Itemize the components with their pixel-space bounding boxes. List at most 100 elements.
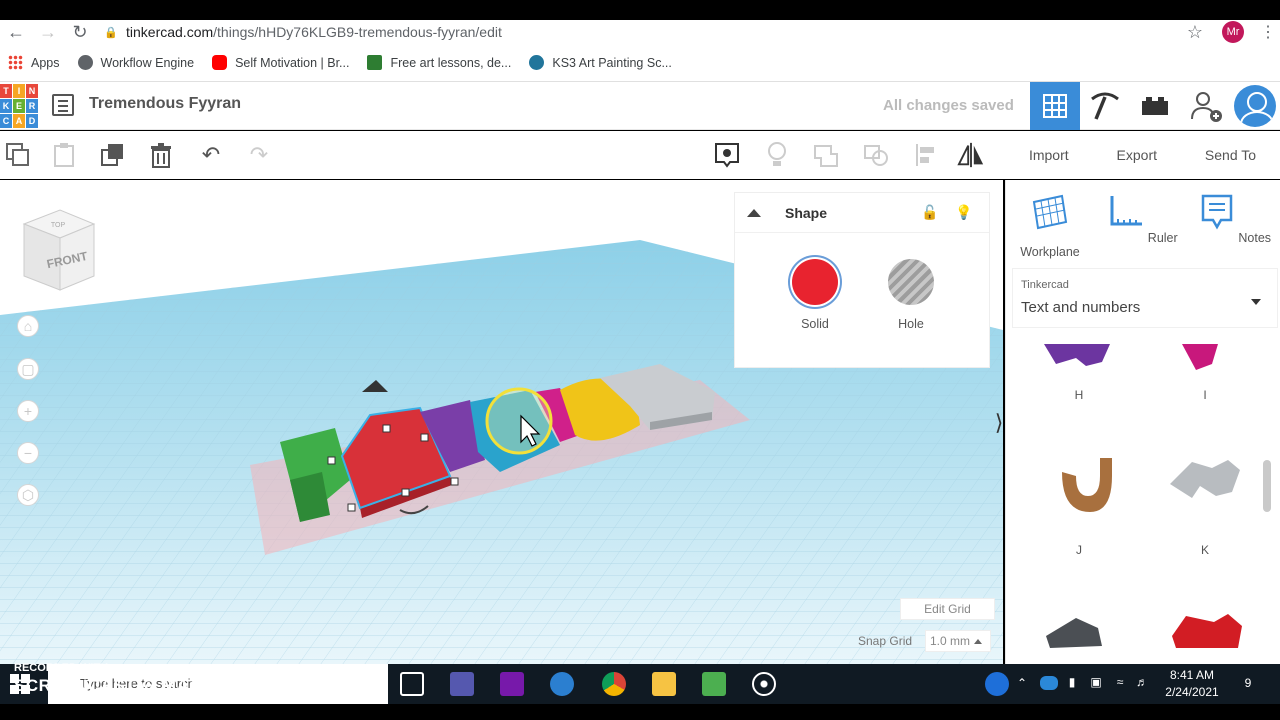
file-explorer-icon[interactable] bbox=[652, 672, 676, 696]
resize-handle[interactable] bbox=[382, 424, 391, 433]
solid-color-swatch[interactable] bbox=[792, 259, 838, 305]
bookmark-ks3-art[interactable]: KS3 Art Painting Sc... bbox=[529, 55, 672, 70]
duplicate-icon[interactable] bbox=[99, 141, 127, 169]
redo-icon[interactable]: ↷ bbox=[245, 141, 273, 169]
shape-label-h: H bbox=[1074, 388, 1084, 402]
clock-date[interactable]: 2/24/2021 bbox=[1152, 685, 1232, 699]
battery-icon[interactable]: ▮ bbox=[1062, 675, 1082, 689]
notification-count[interactable]: 9 bbox=[1238, 676, 1258, 690]
shape-thumb-i[interactable] bbox=[1182, 344, 1218, 370]
duplicate-glyph bbox=[101, 144, 123, 166]
design-title[interactable]: Tremendous Fyyran bbox=[89, 95, 241, 113]
bookmark-star-icon[interactable]: ☆ bbox=[1180, 22, 1210, 43]
hole-option[interactable]: Hole bbox=[871, 259, 951, 331]
home-icon: ⌂ bbox=[23, 318, 33, 334]
delete-icon[interactable] bbox=[147, 141, 175, 169]
top-black-strip bbox=[0, 0, 1280, 20]
zoom-out-button[interactable]: − bbox=[17, 442, 39, 464]
solid-option[interactable]: Solid bbox=[775, 259, 855, 331]
invite-user-button[interactable] bbox=[1181, 82, 1231, 130]
notes-toggle-icon[interactable] bbox=[713, 141, 741, 169]
notes-tool[interactable]: Notes bbox=[1195, 194, 1275, 245]
blocks-view-button[interactable] bbox=[1080, 82, 1130, 130]
group-icon[interactable] bbox=[812, 141, 840, 169]
onedrive-icon[interactable] bbox=[1040, 676, 1058, 690]
volume-icon[interactable]: ♬ bbox=[1132, 675, 1152, 689]
library-scrollbar[interactable] bbox=[1263, 460, 1271, 512]
edit-grid-button[interactable]: Edit Grid bbox=[900, 598, 995, 620]
tinkercad-logo[interactable]: T I N K E R C A D bbox=[0, 84, 38, 128]
resize-handle[interactable] bbox=[450, 477, 459, 486]
chrome-icon[interactable] bbox=[602, 672, 626, 696]
ungroup-icon[interactable] bbox=[862, 141, 890, 169]
help-icon[interactable] bbox=[985, 672, 1009, 696]
resize-handle[interactable] bbox=[401, 488, 410, 497]
shape-label-i: I bbox=[1203, 388, 1207, 402]
pickaxe-icon bbox=[1091, 92, 1119, 120]
import-button[interactable]: Import bbox=[1029, 147, 1069, 163]
shape-thumb-h[interactable] bbox=[1044, 344, 1110, 366]
undo-icon[interactable]: ↶ bbox=[197, 141, 225, 169]
teams-icon[interactable] bbox=[450, 672, 474, 696]
shape-thumb-l[interactable] bbox=[1046, 618, 1102, 648]
user-avatar[interactable] bbox=[1234, 85, 1276, 127]
back-icon[interactable]: ← bbox=[0, 20, 32, 44]
light-icon[interactable] bbox=[763, 141, 791, 169]
bookmark-free-art-lessons[interactable]: Free art lessons, de... bbox=[367, 55, 511, 70]
recording-watermark: RECORDED WITH SCREENCAST ◎ MATIC bbox=[14, 662, 217, 696]
3d-view-button[interactable] bbox=[1030, 82, 1080, 130]
logo-letter: T bbox=[0, 84, 12, 98]
task-view-icon[interactable] bbox=[400, 672, 424, 696]
shape-thumb-k[interactable] bbox=[1170, 460, 1240, 498]
browser-menu-icon[interactable]: ⋮ bbox=[1256, 22, 1280, 42]
fit-view-button[interactable]: ▢ bbox=[17, 358, 39, 380]
tray-expand-icon[interactable]: ⌃ bbox=[1012, 676, 1032, 690]
shape-thumb-j[interactable] bbox=[1062, 458, 1112, 512]
screencast-app-icon[interactable] bbox=[702, 672, 726, 696]
clock-time[interactable]: 8:41 AM bbox=[1152, 668, 1232, 682]
shape-panel-header[interactable]: Shape 🔓 💡 bbox=[735, 193, 989, 233]
copy-icon[interactable] bbox=[4, 141, 32, 169]
ruler-tool[interactable]: Ruler bbox=[1103, 194, 1183, 245]
view-cube[interactable]: TOP FRONT bbox=[22, 208, 96, 292]
recorder-icon[interactable] bbox=[752, 672, 776, 696]
workplane-viewport[interactable]: TOP FRONT ⌂ ▢ + − ⬡ Shape 🔓 💡 Solid Hole bbox=[0, 180, 1003, 664]
lock-icon: 🔒 bbox=[104, 26, 118, 39]
hole-swatch[interactable] bbox=[888, 259, 934, 305]
device-icon[interactable]: ▣ bbox=[1086, 675, 1106, 689]
bookmark-apps[interactable]: Apps bbox=[8, 55, 60, 70]
tinkercad-header: T I N K E R C A D Tremendous Fyyran All … bbox=[0, 82, 1280, 130]
lock-icon[interactable]: 🔓 bbox=[921, 204, 939, 222]
wifi-icon[interactable]: ≈ bbox=[1110, 675, 1130, 689]
profile-avatar[interactable]: Mr bbox=[1222, 21, 1244, 43]
home-view-button[interactable]: ⌂ bbox=[17, 315, 39, 337]
perspective-button[interactable]: ⬡ bbox=[17, 484, 39, 506]
bookmark-workflow-engine[interactable]: Workflow Engine bbox=[77, 55, 194, 70]
zoom-in-button[interactable]: + bbox=[17, 400, 39, 422]
resize-handle[interactable] bbox=[327, 456, 336, 465]
resize-handle[interactable] bbox=[420, 433, 429, 442]
bookmark-self-motivation[interactable]: Self Motivation | Br... bbox=[212, 55, 349, 70]
mirror-icon[interactable] bbox=[957, 141, 985, 169]
align-icon[interactable] bbox=[912, 141, 940, 169]
export-button[interactable]: Export bbox=[1117, 147, 1157, 163]
forward-icon[interactable]: → bbox=[32, 20, 64, 44]
snap-grid-select[interactable]: 1.0 mm bbox=[925, 630, 991, 652]
shape-thumb-m[interactable] bbox=[1172, 614, 1242, 648]
plus-icon: + bbox=[23, 403, 33, 419]
paint-icon[interactable] bbox=[550, 672, 574, 696]
url-field[interactable]: 🔒 tinkercad.com/things/hHDy76KLGB9-treme… bbox=[104, 21, 1180, 43]
onenote-icon[interactable] bbox=[500, 672, 524, 696]
collapse-caret-icon[interactable] bbox=[747, 208, 761, 217]
bricks-view-button[interactable] bbox=[1130, 82, 1180, 130]
shapes-library-panel: Workplane Ruler Notes Tinkercad Text and… bbox=[1005, 180, 1280, 664]
resize-handle[interactable] bbox=[347, 503, 356, 512]
shape-library-select[interactable]: Tinkercad Text and numbers bbox=[1012, 268, 1278, 328]
panel-collapse-chevron-icon[interactable]: ⟩ bbox=[993, 408, 1003, 438]
workplane-tool[interactable]: Workplane bbox=[1010, 194, 1090, 259]
send-to-button[interactable]: Send To bbox=[1205, 147, 1256, 163]
reload-icon[interactable]: ↻ bbox=[64, 20, 96, 44]
design-list-icon[interactable] bbox=[52, 94, 74, 116]
paste-icon[interactable] bbox=[50, 141, 78, 169]
bulb-icon[interactable]: 💡 bbox=[955, 204, 973, 222]
